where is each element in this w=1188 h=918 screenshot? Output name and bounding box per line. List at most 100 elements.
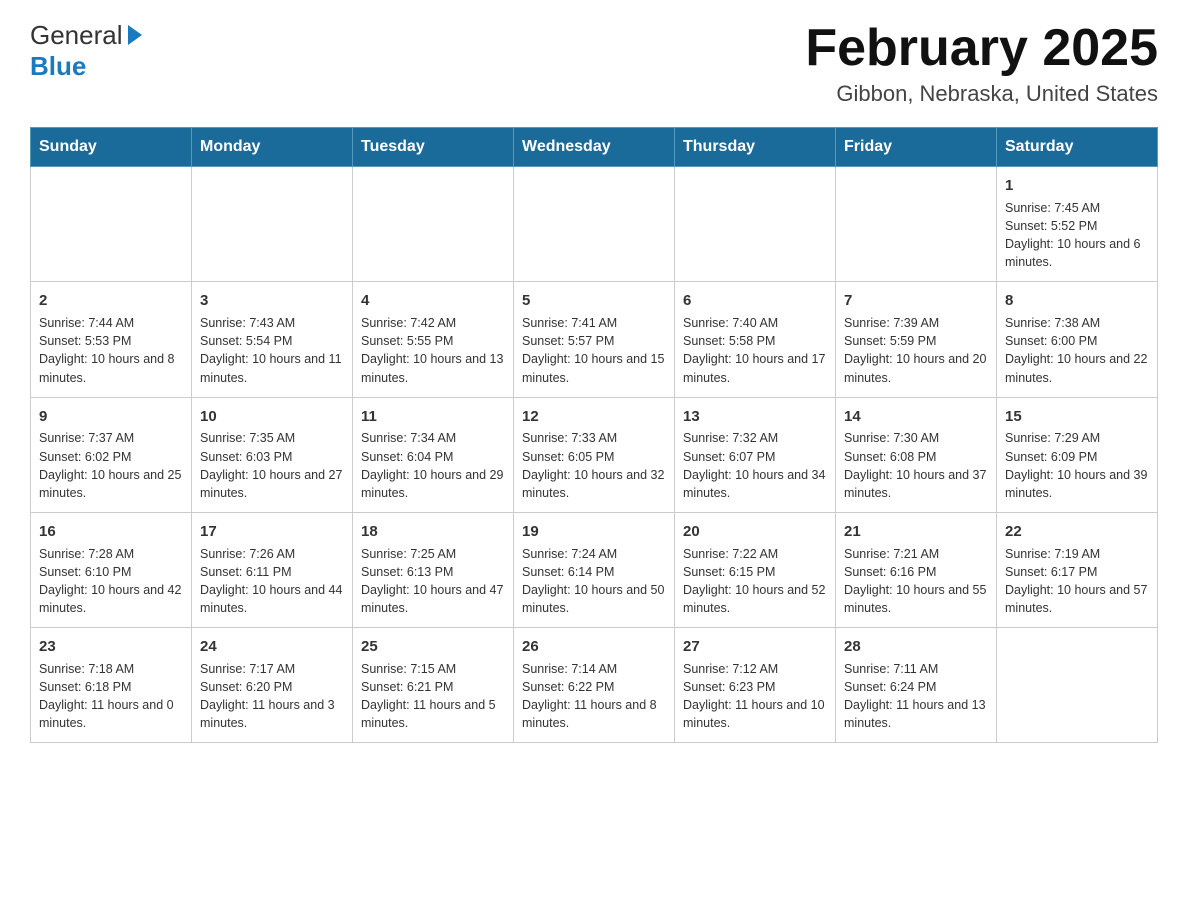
day-info: Sunrise: 7:22 AM Sunset: 6:15 PM Dayligh… [683, 545, 827, 618]
calendar-day-cell [192, 167, 353, 282]
day-number: 22 [1005, 521, 1149, 543]
day-info: Sunrise: 7:35 AM Sunset: 6:03 PM Dayligh… [200, 429, 344, 502]
day-info: Sunrise: 7:18 AM Sunset: 6:18 PM Dayligh… [39, 660, 183, 733]
calendar-day-cell [31, 167, 192, 282]
day-info: Sunrise: 7:43 AM Sunset: 5:54 PM Dayligh… [200, 314, 344, 387]
page-header: General Blue February 2025 Gibbon, Nebra… [30, 20, 1158, 107]
calendar-day-cell: 26Sunrise: 7:14 AM Sunset: 6:22 PM Dayli… [514, 628, 675, 743]
logo-triangle-icon [128, 25, 142, 45]
calendar-day-cell: 11Sunrise: 7:34 AM Sunset: 6:04 PM Dayli… [353, 397, 514, 512]
calendar-day-cell: 14Sunrise: 7:30 AM Sunset: 6:08 PM Dayli… [836, 397, 997, 512]
day-info: Sunrise: 7:33 AM Sunset: 6:05 PM Dayligh… [522, 429, 666, 502]
logo: General Blue [30, 20, 142, 82]
day-number: 5 [522, 290, 666, 312]
day-number: 3 [200, 290, 344, 312]
logo-blue-text: Blue [30, 51, 86, 81]
calendar-day-cell: 21Sunrise: 7:21 AM Sunset: 6:16 PM Dayli… [836, 512, 997, 627]
day-info: Sunrise: 7:32 AM Sunset: 6:07 PM Dayligh… [683, 429, 827, 502]
day-number: 23 [39, 636, 183, 658]
day-of-week-header: Tuesday [353, 128, 514, 167]
calendar-day-cell [514, 167, 675, 282]
calendar-table: SundayMondayTuesdayWednesdayThursdayFrid… [30, 127, 1158, 743]
day-number: 9 [39, 406, 183, 428]
day-info: Sunrise: 7:44 AM Sunset: 5:53 PM Dayligh… [39, 314, 183, 387]
day-info: Sunrise: 7:29 AM Sunset: 6:09 PM Dayligh… [1005, 429, 1149, 502]
day-number: 6 [683, 290, 827, 312]
calendar-day-cell: 3Sunrise: 7:43 AM Sunset: 5:54 PM Daylig… [192, 282, 353, 397]
day-info: Sunrise: 7:40 AM Sunset: 5:58 PM Dayligh… [683, 314, 827, 387]
day-of-week-header: Friday [836, 128, 997, 167]
day-number: 28 [844, 636, 988, 658]
calendar-day-cell: 28Sunrise: 7:11 AM Sunset: 6:24 PM Dayli… [836, 628, 997, 743]
calendar-day-cell: 4Sunrise: 7:42 AM Sunset: 5:55 PM Daylig… [353, 282, 514, 397]
day-number: 18 [361, 521, 505, 543]
day-number: 19 [522, 521, 666, 543]
day-info: Sunrise: 7:26 AM Sunset: 6:11 PM Dayligh… [200, 545, 344, 618]
calendar-week-row: 9Sunrise: 7:37 AM Sunset: 6:02 PM Daylig… [31, 397, 1158, 512]
day-number: 25 [361, 636, 505, 658]
day-of-week-header: Monday [192, 128, 353, 167]
day-info: Sunrise: 7:39 AM Sunset: 5:59 PM Dayligh… [844, 314, 988, 387]
calendar-day-cell: 6Sunrise: 7:40 AM Sunset: 5:58 PM Daylig… [675, 282, 836, 397]
day-info: Sunrise: 7:17 AM Sunset: 6:20 PM Dayligh… [200, 660, 344, 733]
calendar-day-cell: 23Sunrise: 7:18 AM Sunset: 6:18 PM Dayli… [31, 628, 192, 743]
calendar-day-cell: 13Sunrise: 7:32 AM Sunset: 6:07 PM Dayli… [675, 397, 836, 512]
calendar-day-cell: 8Sunrise: 7:38 AM Sunset: 6:00 PM Daylig… [997, 282, 1158, 397]
day-info: Sunrise: 7:11 AM Sunset: 6:24 PM Dayligh… [844, 660, 988, 733]
title-area: February 2025 Gibbon, Nebraska, United S… [805, 20, 1158, 107]
day-info: Sunrise: 7:12 AM Sunset: 6:23 PM Dayligh… [683, 660, 827, 733]
calendar-day-cell: 2Sunrise: 7:44 AM Sunset: 5:53 PM Daylig… [31, 282, 192, 397]
calendar-day-cell: 16Sunrise: 7:28 AM Sunset: 6:10 PM Dayli… [31, 512, 192, 627]
day-info: Sunrise: 7:25 AM Sunset: 6:13 PM Dayligh… [361, 545, 505, 618]
calendar-day-cell: 22Sunrise: 7:19 AM Sunset: 6:17 PM Dayli… [997, 512, 1158, 627]
calendar-day-cell: 15Sunrise: 7:29 AM Sunset: 6:09 PM Dayli… [997, 397, 1158, 512]
calendar-header-row: SundayMondayTuesdayWednesdayThursdayFrid… [31, 128, 1158, 167]
day-info: Sunrise: 7:14 AM Sunset: 6:22 PM Dayligh… [522, 660, 666, 733]
day-number: 15 [1005, 406, 1149, 428]
day-number: 24 [200, 636, 344, 658]
month-title: February 2025 [805, 20, 1158, 77]
location-text: Gibbon, Nebraska, United States [805, 81, 1158, 107]
day-number: 26 [522, 636, 666, 658]
calendar-day-cell: 25Sunrise: 7:15 AM Sunset: 6:21 PM Dayli… [353, 628, 514, 743]
calendar-week-row: 23Sunrise: 7:18 AM Sunset: 6:18 PM Dayli… [31, 628, 1158, 743]
calendar-day-cell [675, 167, 836, 282]
day-number: 1 [1005, 175, 1149, 197]
calendar-day-cell: 19Sunrise: 7:24 AM Sunset: 6:14 PM Dayli… [514, 512, 675, 627]
day-number: 7 [844, 290, 988, 312]
logo-general-text: General [30, 20, 123, 51]
day-info: Sunrise: 7:21 AM Sunset: 6:16 PM Dayligh… [844, 545, 988, 618]
day-of-week-header: Wednesday [514, 128, 675, 167]
day-number: 17 [200, 521, 344, 543]
day-info: Sunrise: 7:45 AM Sunset: 5:52 PM Dayligh… [1005, 199, 1149, 272]
day-info: Sunrise: 7:34 AM Sunset: 6:04 PM Dayligh… [361, 429, 505, 502]
calendar-day-cell: 7Sunrise: 7:39 AM Sunset: 5:59 PM Daylig… [836, 282, 997, 397]
calendar-day-cell: 27Sunrise: 7:12 AM Sunset: 6:23 PM Dayli… [675, 628, 836, 743]
day-number: 10 [200, 406, 344, 428]
day-number: 16 [39, 521, 183, 543]
calendar-day-cell [836, 167, 997, 282]
calendar-day-cell [353, 167, 514, 282]
calendar-day-cell: 9Sunrise: 7:37 AM Sunset: 6:02 PM Daylig… [31, 397, 192, 512]
day-number: 8 [1005, 290, 1149, 312]
day-number: 14 [844, 406, 988, 428]
day-number: 11 [361, 406, 505, 428]
calendar-week-row: 2Sunrise: 7:44 AM Sunset: 5:53 PM Daylig… [31, 282, 1158, 397]
calendar-day-cell: 5Sunrise: 7:41 AM Sunset: 5:57 PM Daylig… [514, 282, 675, 397]
calendar-week-row: 1Sunrise: 7:45 AM Sunset: 5:52 PM Daylig… [31, 167, 1158, 282]
day-info: Sunrise: 7:30 AM Sunset: 6:08 PM Dayligh… [844, 429, 988, 502]
day-number: 13 [683, 406, 827, 428]
day-number: 12 [522, 406, 666, 428]
day-info: Sunrise: 7:28 AM Sunset: 6:10 PM Dayligh… [39, 545, 183, 618]
calendar-day-cell: 18Sunrise: 7:25 AM Sunset: 6:13 PM Dayli… [353, 512, 514, 627]
day-of-week-header: Thursday [675, 128, 836, 167]
day-info: Sunrise: 7:37 AM Sunset: 6:02 PM Dayligh… [39, 429, 183, 502]
day-number: 2 [39, 290, 183, 312]
calendar-day-cell: 24Sunrise: 7:17 AM Sunset: 6:20 PM Dayli… [192, 628, 353, 743]
calendar-day-cell [997, 628, 1158, 743]
calendar-week-row: 16Sunrise: 7:28 AM Sunset: 6:10 PM Dayli… [31, 512, 1158, 627]
day-info: Sunrise: 7:41 AM Sunset: 5:57 PM Dayligh… [522, 314, 666, 387]
day-number: 20 [683, 521, 827, 543]
day-info: Sunrise: 7:38 AM Sunset: 6:00 PM Dayligh… [1005, 314, 1149, 387]
day-number: 27 [683, 636, 827, 658]
